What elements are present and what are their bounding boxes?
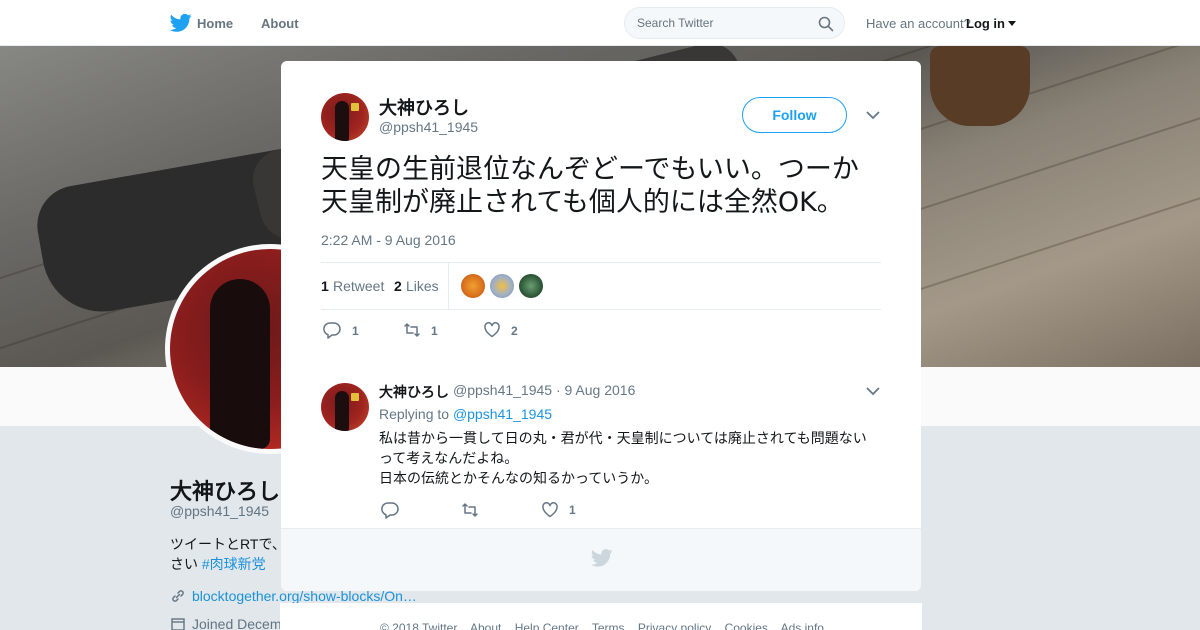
tweet-actions: 1 1 2 bbox=[321, 319, 621, 343]
tweet-text: 天皇の生前退位なんぞどーでもいい。つーか 天皇制が廃止されても個人的には全然OK… bbox=[321, 153, 891, 219]
tweet-text-line2: 天皇制が廃止されても個人的には全然OK。 bbox=[321, 187, 844, 218]
twitter-bird-icon bbox=[591, 549, 613, 567]
reply-icon[interactable] bbox=[381, 501, 399, 519]
heart-icon[interactable] bbox=[541, 501, 559, 519]
retweet-icon[interactable] bbox=[403, 321, 421, 339]
liker-avatar[interactable] bbox=[490, 274, 514, 298]
reply-author-name[interactable]: 大神ひろし bbox=[379, 382, 449, 402]
caret-down-icon[interactable] bbox=[1008, 21, 1016, 26]
like-count[interactable]: 2 bbox=[394, 278, 402, 294]
replying-to: Replying to @ppsh41_1945 bbox=[379, 406, 552, 422]
search-icon[interactable] bbox=[818, 16, 834, 32]
retweet-action-count: 1 bbox=[431, 324, 438, 338]
reply-text-line3: 日本の伝統とかそんなの知るかっていうか。 bbox=[379, 471, 659, 487]
chevron-down-icon[interactable] bbox=[865, 109, 881, 121]
heart-icon[interactable] bbox=[483, 321, 501, 339]
reply-actions: 1 bbox=[379, 501, 679, 521]
tweet-text-line1: 天皇の生前退位なんぞどーでもいい。つーか bbox=[321, 154, 859, 185]
follow-button[interactable]: Follow bbox=[742, 97, 847, 133]
stats-divider bbox=[448, 263, 449, 309]
have-account-text: Have an account? bbox=[866, 16, 971, 31]
tweet-stats: 1 Retweet 2 Likes bbox=[321, 262, 881, 310]
search-input[interactable]: Search Twitter bbox=[624, 7, 845, 39]
footer-link-about[interactable]: About bbox=[470, 621, 501, 630]
twitter-bird-icon[interactable] bbox=[170, 13, 192, 33]
modal-footer bbox=[281, 528, 921, 591]
top-navigation: Home About Search Twitter Have an accoun… bbox=[0, 0, 1200, 46]
footer-link-privacy[interactable]: Privacy policy bbox=[638, 621, 711, 630]
close-icon[interactable] bbox=[1155, 13, 1179, 37]
author-avatar[interactable] bbox=[321, 93, 369, 141]
page-footer: © 2018 Twitter About Help Center Terms P… bbox=[280, 603, 922, 630]
reply-like-count: 1 bbox=[569, 503, 576, 517]
reply-text: 私は昔から一貫して日の丸・君が代・天皇制については廃止されても問題ない って考え… bbox=[379, 429, 879, 489]
retweet-label[interactable]: Retweet bbox=[333, 278, 384, 294]
replying-to-link[interactable]: @ppsh41_1945 bbox=[453, 406, 552, 422]
search-placeholder: Search Twitter bbox=[637, 16, 714, 30]
reply-action-count: 1 bbox=[352, 324, 359, 338]
author-name[interactable]: 大神ひろし bbox=[379, 94, 469, 120]
liker-avatar[interactable] bbox=[461, 274, 485, 298]
reply-icon[interactable] bbox=[323, 321, 341, 339]
like-label[interactable]: Likes bbox=[406, 278, 439, 294]
retweet-count[interactable]: 1 bbox=[321, 278, 329, 294]
replying-prefix: Replying to bbox=[379, 406, 450, 422]
author-handle[interactable]: @ppsh41_1945 bbox=[379, 119, 478, 135]
retweet-icon[interactable] bbox=[461, 501, 479, 519]
nav-about-link[interactable]: About bbox=[261, 16, 299, 31]
reply-text-line2: って考えなんだよね。 bbox=[379, 451, 519, 467]
footer-link-cookies[interactable]: Cookies bbox=[725, 621, 768, 630]
chevron-down-icon[interactable] bbox=[865, 385, 881, 397]
reply-meta[interactable]: @ppsh41_1945 · 9 Aug 2016 bbox=[453, 382, 635, 398]
footer-copyright: © 2018 Twitter bbox=[380, 621, 458, 630]
like-action-count: 2 bbox=[511, 324, 518, 338]
tweet-timestamp[interactable]: 2:22 AM - 9 Aug 2016 bbox=[321, 232, 456, 248]
nav-home-link[interactable]: Home bbox=[197, 16, 233, 31]
liker-avatar[interactable] bbox=[519, 274, 543, 298]
footer-link-terms[interactable]: Terms bbox=[592, 621, 625, 630]
footer-link-help[interactable]: Help Center bbox=[515, 621, 579, 630]
login-link[interactable]: Log in bbox=[966, 16, 1005, 31]
reply-text-line1: 私は昔から一貫して日の丸・君が代・天皇制については廃止されても問題ない bbox=[379, 431, 867, 447]
footer-link-ads[interactable]: Ads info bbox=[781, 621, 824, 630]
tweet-modal: 大神ひろし @ppsh41_1945 Follow 天皇の生前退位なんぞどーでも… bbox=[281, 61, 921, 591]
reply-author-avatar[interactable] bbox=[321, 383, 369, 431]
